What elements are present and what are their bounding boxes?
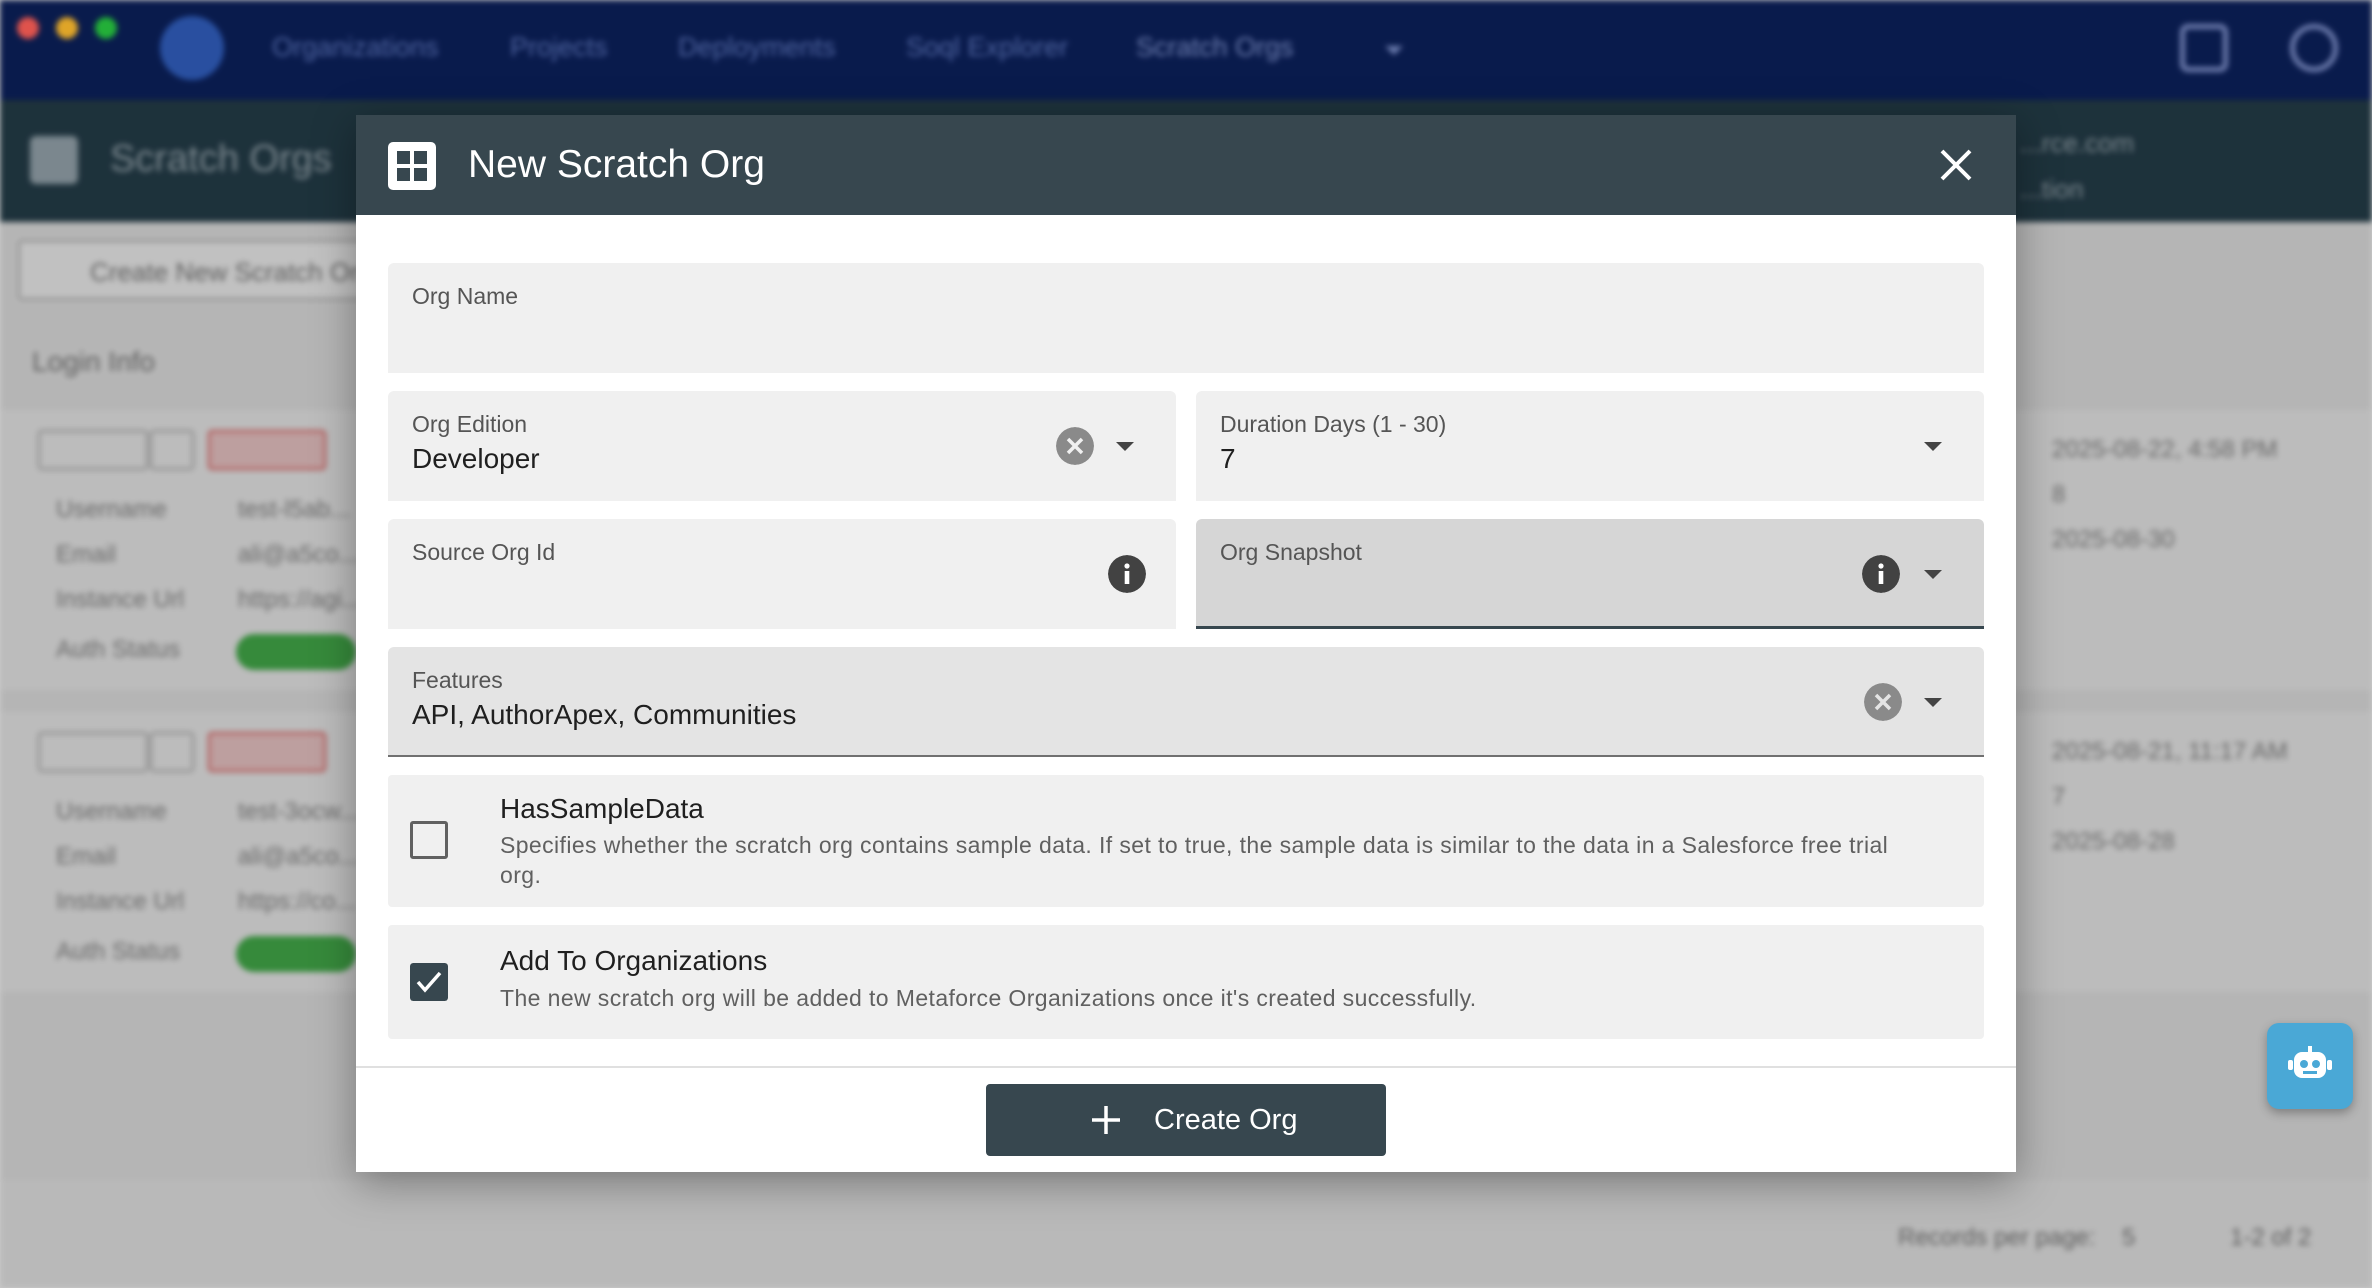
- robot-icon: [2288, 1046, 2332, 1078]
- features-value: API, AuthorApex, Communities: [412, 699, 797, 730]
- dialog-header: New Scratch Org: [356, 115, 2016, 215]
- plus-icon: [1092, 1106, 1120, 1134]
- org-edition-label: Org Edition: [412, 411, 528, 437]
- dialog-title: New Scratch Org: [468, 143, 765, 186]
- duration-days-select[interactable]: Duration Days (1 - 30) 7: [1196, 391, 1984, 501]
- add-to-organizations-checkbox[interactable]: [410, 963, 448, 1001]
- add-to-organizations-title: Add To Organizations: [500, 945, 768, 976]
- features-label: Features: [412, 667, 503, 693]
- dropdown-arrow-icon[interactable]: [1924, 442, 1942, 451]
- source-org-id-label: Source Org Id: [412, 539, 556, 565]
- create-org-button[interactable]: Create Org: [986, 1084, 1386, 1156]
- features-select[interactable]: Features API, AuthorApex, Communities: [388, 647, 1984, 757]
- grid-icon: [388, 142, 436, 190]
- has-sample-data-description: Specifies whether the scratch org contai…: [500, 832, 1889, 888]
- source-org-id-field[interactable]: Source Org Id: [388, 519, 1176, 629]
- has-sample-data-checkbox[interactable]: [410, 821, 448, 859]
- org-edition-select[interactable]: Org Edition Developer: [388, 391, 1176, 501]
- dropdown-arrow-icon[interactable]: [1924, 698, 1942, 707]
- dialog-footer-divider: [356, 1066, 2016, 1068]
- duration-days-value: 7: [1220, 443, 1236, 474]
- add-to-organizations-description: The new scratch org will be added to Met…: [500, 985, 1477, 1011]
- org-edition-value: Developer: [412, 443, 540, 474]
- close-icon[interactable]: [1936, 145, 1976, 185]
- dropdown-arrow-icon[interactable]: [1116, 442, 1134, 451]
- org-snapshot-label: Org Snapshot: [1220, 539, 1362, 565]
- org-name-label: Org Name: [412, 283, 519, 309]
- org-snapshot-select[interactable]: Org Snapshot: [1196, 519, 1984, 629]
- has-sample-data-option[interactable]: HasSampleData Specifies whether the scra…: [388, 775, 1984, 907]
- add-to-organizations-option[interactable]: Add To Organizations The new scratch org…: [388, 925, 1984, 1039]
- duration-days-label: Duration Days (1 - 30): [1220, 411, 1447, 437]
- info-icon[interactable]: [1862, 555, 1900, 593]
- clear-icon[interactable]: [1056, 427, 1094, 465]
- new-scratch-org-dialog: New Scratch Org Org Name Org Edition Dev…: [356, 115, 2016, 1172]
- org-name-field[interactable]: Org Name: [388, 263, 1984, 373]
- has-sample-data-title: HasSampleData: [500, 793, 704, 824]
- dropdown-arrow-icon[interactable]: [1924, 570, 1942, 579]
- clear-icon[interactable]: [1864, 683, 1902, 721]
- info-icon[interactable]: [1108, 555, 1146, 593]
- create-org-button-label: Create Org: [1154, 1104, 1298, 1136]
- assistant-button[interactable]: [2267, 1023, 2353, 1109]
